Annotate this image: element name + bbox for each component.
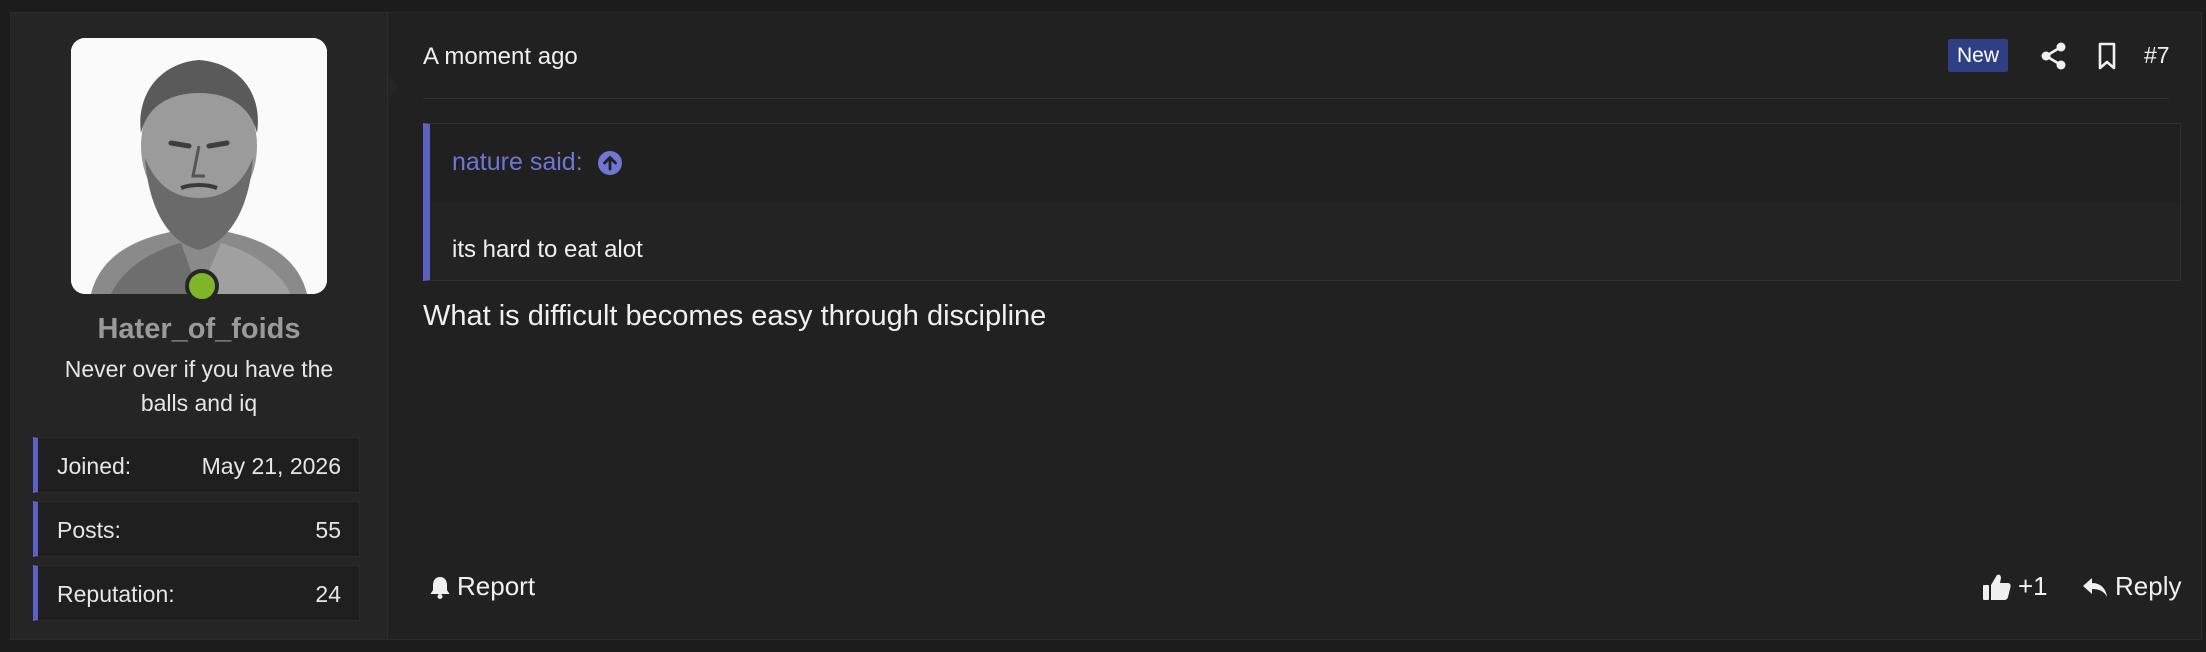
share-button[interactable]	[2038, 40, 2070, 72]
post-message: What is difficult becomes easy through d…	[423, 300, 1047, 332]
quote-block: nature said: its hard to eat alot	[423, 123, 2181, 281]
avatar-container[interactable]	[71, 38, 327, 303]
user-title: Never over if you have the balls and iq	[64, 356, 334, 416]
new-badge: New	[1948, 39, 2008, 72]
avatar-bust-image	[71, 38, 327, 294]
avatar[interactable]	[71, 38, 327, 294]
stat-label: Joined:	[57, 453, 132, 479]
post-time[interactable]: A moment ago	[423, 43, 578, 71]
user-cell: Hater_of_foids Never over if you have th…	[11, 13, 400, 639]
forum-post: Hater_of_foids Never over if you have th…	[10, 12, 2202, 640]
stat-value: May 21, 2026	[201, 453, 341, 479]
like-button[interactable]: +1	[1982, 571, 2048, 602]
header-divider	[423, 98, 2169, 99]
stat-posts: Posts: 55	[33, 501, 360, 557]
stat-joined: Joined: May 21, 2026	[33, 437, 360, 493]
up-arrow-circle-icon[interactable]	[597, 150, 623, 176]
quote-attribution[interactable]: nature said:	[452, 148, 583, 177]
quote-header: nature said:	[430, 124, 2180, 202]
quote-text: its hard to eat alot	[452, 236, 643, 263]
quote-attribution-link[interactable]: nature said:	[452, 148, 623, 177]
bookmark-icon	[2098, 42, 2116, 70]
stat-value: 55	[315, 517, 341, 543]
reply-icon	[2083, 577, 2107, 597]
post-main: A moment ago New #7 nature said: its har…	[388, 13, 2201, 639]
report-button[interactable]: Report	[429, 571, 535, 602]
report-label[interactable]: Report	[457, 571, 535, 602]
reply-label[interactable]: Reply	[2115, 571, 2181, 602]
thumbs-up-icon	[1983, 574, 2011, 600]
bookmark-button[interactable]	[2091, 40, 2123, 72]
like-count[interactable]: +1	[2018, 571, 2048, 602]
stat-label: Reputation:	[57, 581, 175, 607]
stat-label: Posts:	[57, 517, 121, 543]
bell-icon	[430, 576, 450, 599]
stat-value: 24	[315, 581, 341, 607]
online-status-indicator	[185, 269, 219, 303]
stat-reputation: Reputation: 24	[33, 565, 360, 621]
post-number-link[interactable]: #7	[2144, 42, 2170, 69]
share-icon	[2041, 42, 2066, 70]
reply-button[interactable]: Reply	[2081, 571, 2181, 602]
username[interactable]: Hater_of_foids	[11, 313, 387, 346]
